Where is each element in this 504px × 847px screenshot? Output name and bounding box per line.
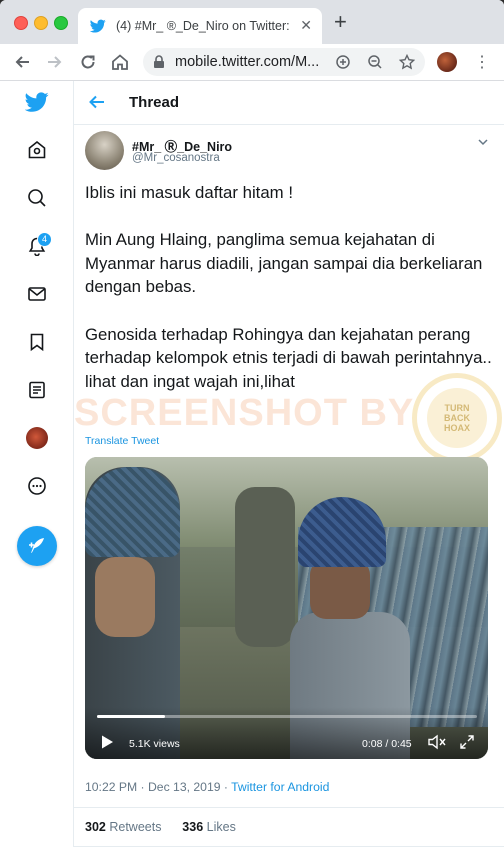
browser-toolbar: mobile.twitter.com/M... ⋮	[0, 44, 504, 81]
more-options-icon[interactable]	[24, 473, 50, 499]
seal-line: HOAX	[443, 423, 470, 433]
explore-search-icon[interactable]	[24, 185, 50, 211]
back-arrow-icon	[15, 56, 29, 68]
profile-nav-avatar[interactable]	[26, 427, 48, 449]
url-text: mobile.twitter.com/M...	[175, 54, 320, 70]
notification-badge: 4	[37, 232, 52, 247]
retweets-count: 302	[85, 820, 106, 834]
back-button[interactable]	[10, 50, 34, 74]
twitter-sidebar: 4	[0, 81, 74, 847]
likes-count: 336	[182, 820, 204, 834]
forward-button[interactable]	[43, 50, 67, 74]
browser-menu-icon[interactable]: ⋮	[474, 52, 490, 72]
zoom-out-icon[interactable]	[365, 52, 385, 72]
tab-close-icon[interactable]: ✕	[300, 17, 312, 34]
tab-bar: (4) #Mr_ ®_De_Niro on Twitter: "I ✕ +	[0, 0, 504, 44]
seal-line: TURN	[444, 403, 470, 413]
maximize-window-button[interactable]	[54, 16, 68, 30]
browser-tab[interactable]: (4) #Mr_ ®_De_Niro on Twitter: "I ✕	[78, 8, 322, 44]
thread-header: Thread	[74, 81, 504, 125]
seal-line: BACK	[444, 413, 470, 423]
lists-icon[interactable]	[24, 377, 50, 403]
home-button[interactable]	[108, 50, 132, 74]
fullscreen-icon[interactable]	[459, 734, 475, 755]
new-tab-button[interactable]: +	[334, 11, 347, 33]
bookmarks-icon[interactable]	[24, 329, 50, 355]
twitter-favicon-icon	[89, 18, 106, 34]
play-icon[interactable]	[99, 734, 115, 755]
video-view-count: 5.1K views	[129, 738, 180, 750]
close-window-button[interactable]	[14, 16, 28, 30]
feather-compose-icon	[29, 538, 44, 553]
likes-stat[interactable]: 336 Likes	[182, 820, 236, 834]
messages-mail-icon[interactable]	[24, 281, 50, 307]
video-progress-fill	[97, 715, 166, 718]
video-progress-bar[interactable]	[97, 715, 477, 718]
thread-panel: Thread #Mr_ Ⓡ_De_Niro @Mr_cosanostra Ibl…	[74, 81, 504, 847]
minimize-window-button[interactable]	[34, 16, 48, 30]
watermark-seal: TURN BACK HOAX	[412, 373, 502, 463]
lock-icon	[153, 55, 165, 74]
page-title: Thread	[129, 94, 180, 111]
tweet-stats: 302 Retweets 336 Likes	[85, 820, 236, 834]
zoom-in-icon[interactable]	[333, 52, 353, 72]
watermark-text: SCREENSHOT BY	[74, 392, 415, 434]
video-player[interactable]: 5.1K views 0:08 / 0:45	[85, 457, 488, 759]
bookmark-star-icon[interactable]	[397, 52, 417, 72]
browser-window: (4) #Mr_ ®_De_Niro on Twitter: "I ✕ + mo…	[0, 0, 504, 847]
retweets-label: Retweets	[109, 820, 162, 834]
volume-icon[interactable]	[427, 734, 447, 755]
tweet-text: Iblis ini masuk daftar hitam ! Min Aung …	[85, 183, 492, 391]
video-time: 0:08 / 0:45	[362, 738, 412, 750]
likes-label: Likes	[206, 820, 236, 834]
reload-icon	[81, 55, 95, 69]
translate-tweet-link[interactable]: Translate Tweet	[85, 435, 159, 447]
home-nav-icon[interactable]	[24, 137, 50, 163]
twitter-logo-icon[interactable]	[24, 89, 50, 115]
tab-title: (4) #Mr_ ®_De_Niro on Twitter: "I	[116, 19, 292, 33]
back-arrow-icon[interactable]	[88, 93, 106, 116]
forward-arrow-icon	[48, 56, 62, 68]
profile-avatar[interactable]	[437, 52, 457, 72]
tweet-source-link[interactable]: Twitter for Android	[231, 780, 329, 794]
author-avatar[interactable]	[85, 131, 124, 170]
address-bar[interactable]: mobile.twitter.com/M...	[143, 48, 425, 76]
chevron-down-icon[interactable]	[477, 135, 489, 153]
retweets-stat[interactable]: 302 Retweets	[85, 820, 161, 834]
meta-separator: ·	[220, 780, 232, 794]
tweet-timestamp[interactable]: 10:22 PM · Dec 13, 2019	[85, 780, 221, 794]
reload-button[interactable]	[76, 50, 100, 74]
tweet-meta: 10:22 PM · Dec 13, 2019 · Twitter for An…	[85, 780, 329, 794]
home-icon	[112, 54, 128, 70]
compose-tweet-button[interactable]	[17, 526, 57, 566]
author-handle[interactable]: @Mr_cosanostra	[132, 152, 220, 164]
